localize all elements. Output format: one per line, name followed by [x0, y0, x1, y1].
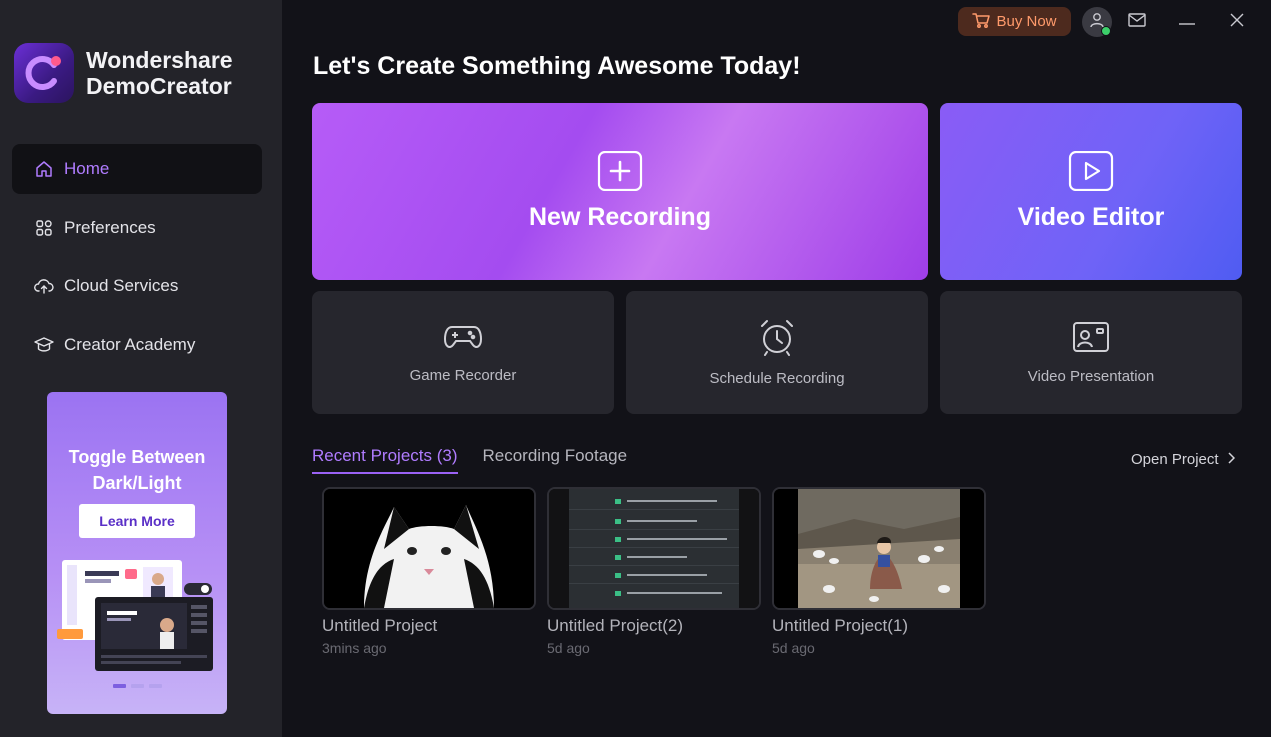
minimize-button[interactable]	[1174, 9, 1200, 35]
brand-name: Wondershare DemoCreator	[86, 47, 233, 99]
sidebar: Wondershare DemoCreator Home Preferences	[0, 0, 282, 737]
sidebar-item-creator-academy[interactable]: Creator Academy	[12, 320, 262, 370]
video-editor-label: Video Editor	[1017, 203, 1165, 231]
sidebar-item-label: Creator Academy	[64, 334, 196, 354]
project-card[interactable]: Untitled Project(2) 5d ago	[547, 487, 761, 656]
project-tabs: Recent Projects (3) Recording Footage	[312, 446, 627, 474]
project-name: Untitled Project(1)	[772, 616, 909, 635]
sidebar-item-cloud-services[interactable]: Cloud Services	[12, 261, 262, 311]
mail-button[interactable]	[1124, 9, 1150, 35]
video-presentation-label: Video Presentation	[1027, 368, 1155, 385]
project-card[interactable]: Untitled Project 3mins ago	[322, 487, 536, 656]
new-recording-card[interactable]: New Recording	[312, 103, 928, 280]
promo-title: Toggle Between Dark/Light	[47, 444, 227, 496]
sidebar-item-preferences[interactable]: Preferences	[12, 203, 262, 253]
sidebar-item-home[interactable]: Home	[12, 144, 262, 194]
project-thumbnail[interactable]	[547, 487, 761, 610]
screen-recording-thumbnail-image	[549, 489, 759, 608]
brand-line-2: DemoCreator	[86, 73, 232, 99]
game-recorder-card[interactable]: Game Recorder	[312, 291, 614, 414]
carousel-dots	[113, 684, 162, 688]
alarm-clock-icon	[761, 320, 793, 356]
chevron-right-icon	[1227, 451, 1235, 468]
project-time: 5d ago	[547, 640, 590, 656]
sidebar-item-label: Preferences	[64, 217, 156, 237]
buy-now-button[interactable]: Buy Now	[958, 7, 1071, 36]
sidebar-item-label: Home	[64, 159, 110, 178]
project-thumbnail[interactable]	[322, 487, 536, 610]
project-name: Untitled Project	[322, 616, 438, 635]
schedule-recording-label: Schedule Recording	[709, 370, 845, 387]
cloud-upload-icon	[34, 276, 54, 296]
graduation-cap-icon	[34, 335, 54, 355]
schedule-recording-card[interactable]: Schedule Recording	[626, 291, 928, 414]
project-time: 5d ago	[772, 640, 815, 656]
project-time: 3mins ago	[322, 640, 387, 656]
gamepad-icon	[443, 326, 483, 348]
cart-icon	[972, 12, 991, 32]
sidebar-nav: Home Preferences Cloud Services Creator …	[12, 144, 262, 378]
project-card[interactable]: Untitled Project(1) 5d ago	[772, 487, 986, 656]
carousel-dot[interactable]	[131, 684, 144, 688]
cat-thumbnail-image	[324, 489, 534, 608]
learn-more-button[interactable]: Learn More	[79, 504, 195, 538]
tab-recording-footage[interactable]: Recording Footage	[483, 446, 628, 474]
presentation-icon	[1073, 322, 1109, 352]
democreator-logo-icon	[14, 43, 74, 103]
tab-recent-projects[interactable]: Recent Projects (3)	[312, 446, 458, 474]
project-thumbnail[interactable]	[772, 487, 986, 610]
play-icon	[1068, 151, 1114, 191]
brand-line-1: Wondershare	[86, 47, 233, 73]
brand: Wondershare DemoCreator	[14, 43, 233, 103]
carousel-dot[interactable]	[113, 684, 126, 688]
sidebar-item-label: Cloud Services	[64, 276, 179, 296]
video-presentation-card[interactable]: Video Presentation	[940, 291, 1242, 414]
mail-icon	[1128, 12, 1146, 32]
video-editor-card[interactable]: Video Editor	[940, 103, 1242, 280]
promo-title-line-2: Dark/Light	[92, 473, 182, 493]
online-status-indicator	[1101, 26, 1111, 36]
page-title: Let's Create Something Awesome Today!	[313, 52, 801, 80]
promo-banner[interactable]: Toggle Between Dark/Light Learn More	[47, 392, 227, 714]
new-recording-label: New Recording	[529, 203, 711, 231]
grid-icon	[34, 218, 54, 238]
promo-title-line-1: Toggle Between	[68, 447, 206, 467]
animation-scene-thumbnail-image	[774, 489, 984, 608]
home-icon	[34, 159, 54, 179]
open-project-link[interactable]: Open Project	[1131, 451, 1235, 468]
minimize-icon	[1178, 13, 1196, 31]
game-recorder-label: Game Recorder	[409, 367, 517, 384]
account-button[interactable]	[1082, 7, 1112, 37]
project-name: Untitled Project(2)	[547, 616, 684, 635]
buy-now-label: Buy Now	[996, 13, 1057, 30]
promo-illustration	[57, 560, 213, 671]
carousel-dot[interactable]	[149, 684, 162, 688]
close-button[interactable]	[1224, 9, 1250, 35]
close-icon	[1230, 13, 1244, 32]
open-project-label: Open Project	[1131, 451, 1219, 468]
plus-icon	[597, 151, 643, 191]
